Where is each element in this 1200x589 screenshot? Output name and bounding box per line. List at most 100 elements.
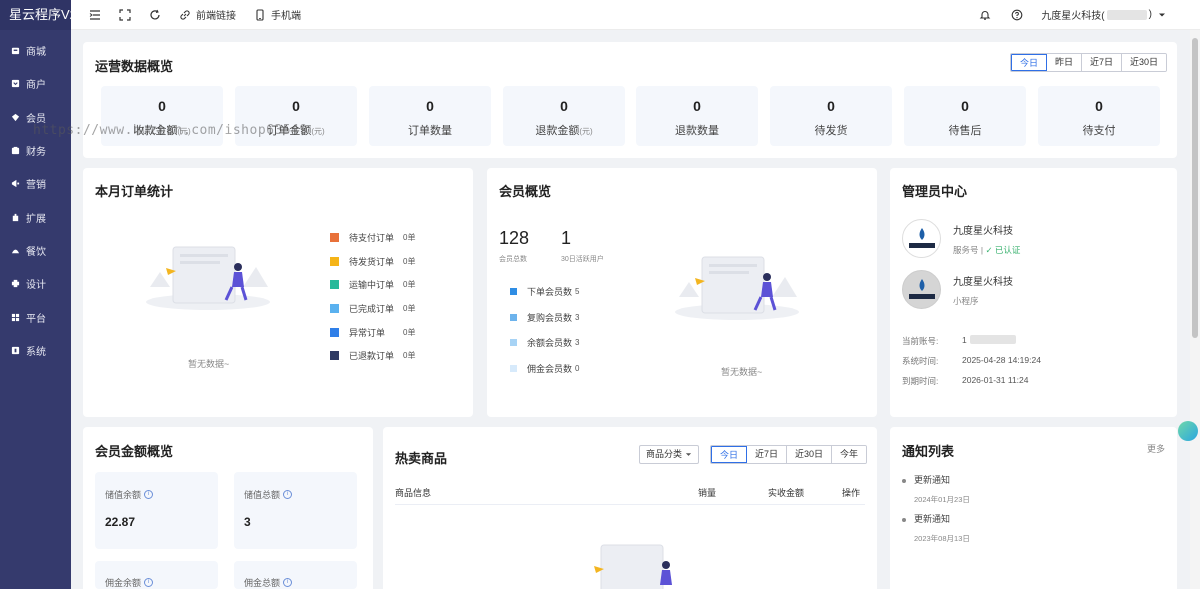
user-name-suffix: ): [1148, 9, 1152, 20]
system-time-value: 2025-04-28 14:19:24: [962, 355, 1041, 365]
collapse-menu-button[interactable]: [89, 9, 101, 21]
info-icon[interactable]: i: [283, 578, 293, 587]
help-icon[interactable]: [1011, 9, 1023, 21]
fullscreen-button[interactable]: [119, 8, 131, 21]
legend-item: 已完成订单 0单: [330, 297, 415, 321]
page-scrollbar[interactable]: [1190, 30, 1200, 589]
member-total-label: 会员总数: [499, 256, 527, 263]
bell-icon[interactable]: [979, 9, 991, 21]
sidebar-item-merchant[interactable]: 商户: [0, 67, 71, 100]
legend-label: 异常订单: [349, 327, 386, 338]
balance-card-commission: 佣金余额 i: [95, 561, 218, 589]
tab-this-year[interactable]: 今年: [832, 446, 867, 463]
stat-label: 订单金额: [267, 125, 312, 137]
stat-label: 订单数量: [408, 125, 452, 137]
sidebar: 星云程序V2 商城 商户 会员 财务 营销 扩展 餐饮 设计 平台 系统: [0, 0, 77, 589]
menu-fold-icon: [89, 9, 100, 20]
front-link-button[interactable]: 前端链接: [179, 7, 236, 22]
balance-card-stored: 储值余额 i 22.87: [95, 472, 218, 549]
stat-label: 待支付: [1082, 125, 1116, 137]
caret-down-icon: [1159, 13, 1165, 16]
tab-last-30-days[interactable]: 近30日: [1122, 54, 1167, 71]
stat-label: 待售后: [948, 125, 982, 137]
category-select[interactable]: 商品分类: [639, 445, 699, 464]
legend-count: 0单: [403, 304, 416, 314]
balance-label: 储值总额: [244, 490, 281, 500]
notice-item-date: 2023年08月13日: [914, 534, 970, 543]
member-active-value: 1: [561, 228, 572, 248]
refresh-button[interactable]: [149, 9, 161, 21]
tab-last-7-days[interactable]: 近7日: [1082, 54, 1123, 71]
stat-label: 退款金额: [535, 125, 580, 137]
legend-label: 已完成订单: [349, 304, 395, 315]
stat-label: 退款数量: [675, 125, 719, 137]
design-icon: [11, 279, 20, 288]
tab-today[interactable]: 今日: [711, 446, 748, 463]
legend-swatch: [330, 280, 339, 290]
brand-title: 星云程序V2: [0, 0, 77, 30]
link-icon: [180, 9, 190, 20]
balance-label: 佣金总额: [244, 578, 281, 588]
tab-today[interactable]: 今日: [1011, 54, 1048, 71]
balance-card-stored-total: 储值总额 i 3: [234, 472, 357, 549]
sidebar-item-member[interactable]: 会员: [0, 101, 71, 134]
notice-item-title: 更新通知: [914, 475, 951, 485]
member-overview-title: 会员概览: [499, 184, 552, 199]
info-icon[interactable]: i: [144, 578, 154, 587]
current-account-row: 当前账号: 1: [902, 335, 1016, 347]
stat-label: 待发货: [814, 125, 848, 137]
tab-last-7-days[interactable]: 近7日: [747, 446, 788, 463]
bullet-icon: [902, 478, 906, 483]
legend-item: 待发货订单 0单: [330, 250, 415, 274]
merchant-icon: [11, 79, 20, 88]
notice-item-date: 2024年01月23日: [914, 495, 970, 504]
legend-label: 待支付订单: [349, 233, 395, 244]
top-bar: 前端链接 手机端 九度星火科技(): [71, 0, 1200, 30]
legend-item: 运输中订单 0单: [330, 273, 415, 297]
more-link[interactable]: 更多: [1147, 442, 1165, 455]
member-balance-title: 会员金额概览: [95, 444, 174, 459]
column-header: 商品信息: [395, 488, 432, 498]
legend-swatch: [510, 339, 517, 347]
notice-item[interactable]: 更新通知 2024年01月23日: [902, 473, 970, 505]
expire-time-value: 2026-01-31 11:24: [962, 375, 1029, 385]
member-total-value: 128: [499, 228, 530, 248]
sidebar-item-label: 平台: [26, 313, 46, 325]
shop-icon: [11, 46, 20, 55]
legend-label: 已退款订单: [349, 351, 395, 362]
sidebar-item-system[interactable]: 系统: [0, 334, 71, 367]
sidebar-item-finance[interactable]: 财务: [0, 134, 71, 167]
sidebar-item-label: 会员: [26, 113, 46, 125]
empty-state-illustration: [675, 256, 799, 320]
sidebar-item-design[interactable]: 设计: [0, 267, 71, 300]
expire-time-label: 到期时间:: [902, 376, 939, 386]
stat-value: 0: [560, 98, 568, 114]
sidebar-menu: 商城 商户 会员 财务 营销 扩展 餐饮 设计 平台 系统: [0, 30, 71, 367]
fullscreen-icon: [119, 8, 131, 21]
scrollbar-thumb[interactable]: [1192, 38, 1198, 338]
empty-state-illustration: [146, 246, 270, 310]
overview-title: 运营数据概览: [95, 59, 174, 74]
user-menu[interactable]: 九度星火科技(): [1041, 7, 1166, 22]
mobile-button[interactable]: 手机端: [254, 7, 301, 22]
sidebar-item-marketing[interactable]: 营销: [0, 167, 71, 200]
notice-item[interactable]: 更新通知 2023年08月13日: [902, 512, 970, 544]
legend-label: 下单会员数: [527, 287, 573, 298]
empty-state-text: 暂无数据~: [188, 359, 230, 369]
redacted-text: [1106, 9, 1147, 20]
tab-last-30-days[interactable]: 近30日: [787, 446, 833, 463]
legend-label: 余额会员数: [527, 338, 573, 349]
sidebar-item-extension[interactable]: 扩展: [0, 200, 71, 233]
stat-value: 0: [693, 98, 701, 114]
info-icon[interactable]: i: [283, 490, 293, 499]
platform-icon: [11, 313, 20, 322]
sidebar-item-shop[interactable]: 商城: [0, 34, 71, 67]
legend-swatch: [330, 327, 339, 337]
tab-yesterday[interactable]: 昨日: [1047, 54, 1083, 71]
sidebar-item-platform[interactable]: 平台: [0, 300, 71, 333]
sidebar-item-catering[interactable]: 餐饮: [0, 234, 71, 267]
redacted-text: [969, 335, 1016, 344]
floating-assistant-button[interactable]: [1178, 421, 1198, 441]
info-icon[interactable]: i: [144, 490, 154, 499]
column-header: 操作: [842, 488, 861, 498]
